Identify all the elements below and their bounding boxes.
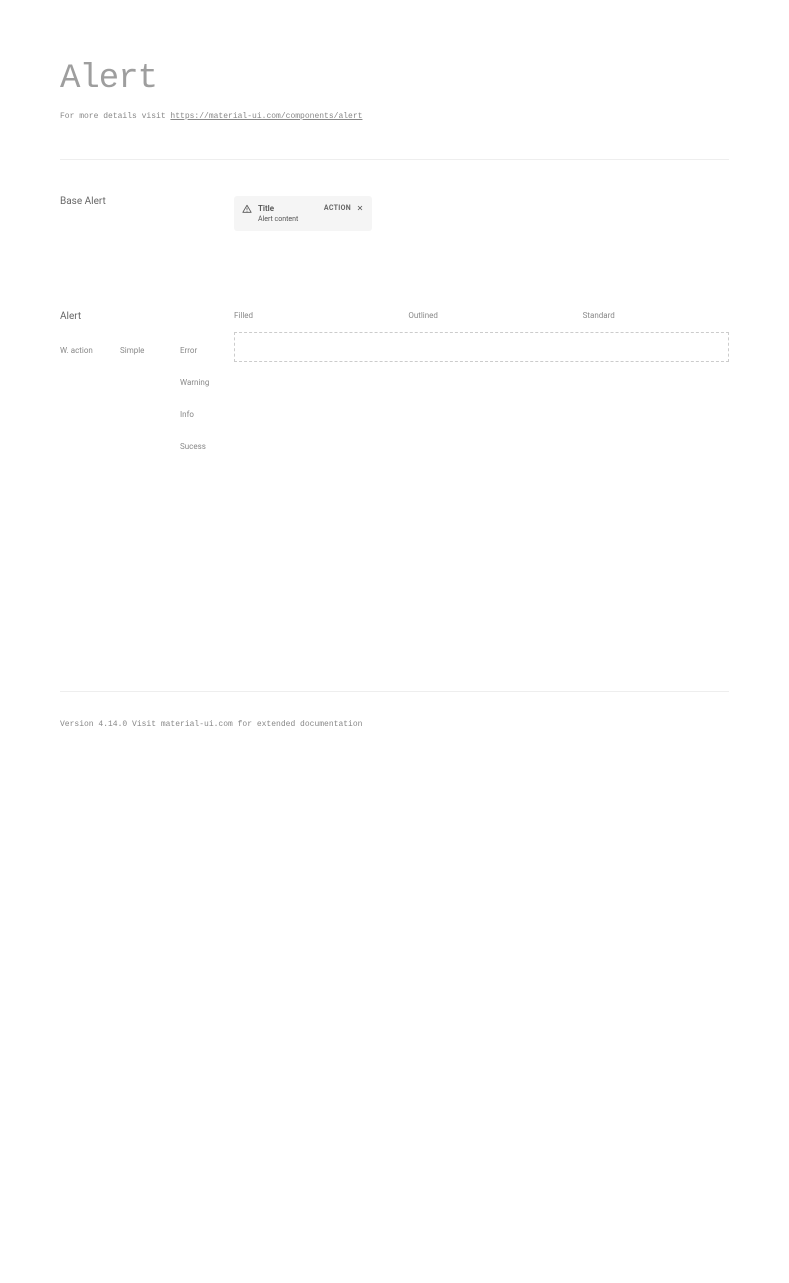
doc-link[interactable]: https://material-ui.com/components/alert [170,112,362,121]
close-icon[interactable] [356,204,364,212]
alert-action[interactable]: ACTION [324,204,351,212]
subgroup-simple: Simple [120,346,180,355]
col-standard: Standard [583,311,729,320]
alert-title: Title [258,204,318,213]
sev-success: Sucess [180,442,234,451]
alert-content: Alert content [258,215,318,223]
sev-info: Info [180,410,234,419]
page-subtitle: For more details visit https://material-… [60,112,729,121]
col-outlined: Outlined [408,311,554,320]
subtitle-text: For more details visit [60,112,170,121]
col-filled: Filled [234,311,380,320]
section-base-alert: Base Alert [60,196,234,207]
warning-icon [242,204,252,214]
footer: Version 4.14.0 Visit material-ui.com for… [60,691,729,729]
section-alert: Alert [60,311,234,322]
page-title: Alert [60,60,729,98]
base-alert: Title Alert content ACTION [234,196,372,231]
divider [60,159,729,160]
sev-warning: Warning [180,378,234,387]
group-w-action: W. action [60,346,120,355]
sev-error: Error [180,346,234,355]
